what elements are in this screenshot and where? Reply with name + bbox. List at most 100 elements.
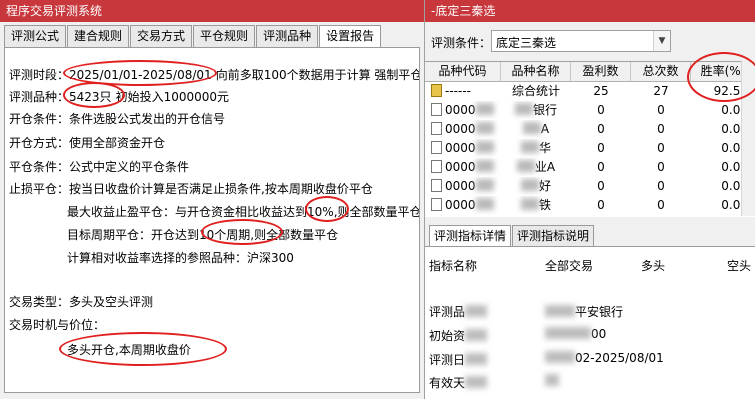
row-name: 综合统计 [511, 84, 560, 98]
tab-trade-method[interactable]: 交易方式 [130, 25, 193, 47]
table-row[interactable]: 0000 铁 0 0 0.00 [425, 196, 755, 215]
row-total: 0 [657, 198, 665, 212]
document-icon [431, 198, 442, 211]
close-cond-value: 公式中定义的平仓条件 [69, 160, 190, 174]
header-name[interactable]: 品种名称 [501, 62, 571, 81]
max-profit-label: 最大收益止盈平仓： [67, 205, 176, 219]
result-window: -底定三秦选 评测条件： 底定三秦选 ▼ 品种代码 品种名称 盈利数 总次数 胜… [424, 0, 755, 399]
timing-value-line: 多头开仓,本周期收盘价 [67, 341, 191, 358]
table-row[interactable]: 0000 华 0 0 0.00 [425, 139, 755, 158]
open-method-label: 开仓方式： [9, 136, 70, 150]
condition-select[interactable]: 底定三秦选 ▼ [491, 30, 671, 52]
table-row[interactable]: 0000 银行 0 0 0.00 [425, 101, 755, 120]
table-row[interactable]: ------ 综合统计 25 27 92.59 [425, 82, 755, 101]
ref-value: 沪深300 [247, 251, 294, 265]
detail-header-long: 多头 [641, 259, 666, 273]
row-name: 银行 [532, 103, 557, 117]
row-profit: 0 [597, 122, 605, 136]
detail-header-all: 全部交易 [545, 259, 594, 273]
detail-row-label: 评测日 [429, 351, 488, 368]
row-total: 0 [657, 103, 665, 117]
grid-scrollbar[interactable] [741, 61, 755, 216]
header-total[interactable]: 总次数 [631, 62, 691, 81]
trade-type-value: 多头及空头评测 [69, 295, 154, 309]
row-name: 好 [538, 179, 551, 193]
row-profit: 0 [597, 179, 605, 193]
table-row[interactable]: 0000 好 0 0 0.00 [425, 177, 755, 196]
timing-line: 交易时机与价位： [9, 316, 105, 333]
row-name: 华 [538, 141, 551, 155]
tab-formula[interactable]: 评测公式 [4, 25, 67, 47]
period-label: 评测时段： [9, 68, 70, 82]
row-code: 0000 [445, 160, 476, 174]
max-profit-line: 最大收益止盈平仓：与开仓资金相比收益达到10%,则全部数量平仓 [67, 203, 420, 220]
detail-header-name: 指标名称 [429, 259, 478, 273]
tab-report-settings[interactable]: 设置报告 [319, 25, 382, 48]
close-cond-line: 平仓条件：公式中定义的平仓条件 [9, 158, 189, 175]
close-cond-label: 平仓条件： [9, 160, 70, 174]
table-row[interactable]: 0000 业A 0 0 0.00 [425, 158, 755, 177]
result-title: -底定三秦选 [425, 0, 755, 22]
row-profit: 0 [597, 198, 605, 212]
detail-row-value: 平安银行 [545, 303, 623, 320]
period-value: 2025/01/01-2025/08/01 [69, 68, 212, 82]
row-code: 0000 [445, 122, 476, 136]
row-profit: 0 [597, 141, 605, 155]
header-profit[interactable]: 盈利数 [571, 62, 631, 81]
row-name: A [540, 122, 550, 136]
result-grid: 品种代码 品种名称 盈利数 总次数 胜率(%) ------ 综合统计 25 2… [425, 61, 755, 217]
detail-row-label: 初始资 [429, 327, 488, 344]
row-code: 0000 [445, 198, 476, 212]
condition-label: 评测条件： [431, 36, 492, 50]
table-row[interactable]: 0000 A 0 0 0.00 [425, 120, 755, 139]
timing-value: 多头开仓,本周期收盘价 [67, 343, 191, 357]
row-profit: 25 [593, 84, 609, 98]
period-note: 向前多取100个数据用于计算 强制平仓规则 [215, 68, 419, 82]
open-cond-value: 条件选股公式发出的开仓信号 [69, 112, 226, 126]
open-method-line: 开仓方式：使用全部资金开仓 [9, 134, 165, 151]
grid-header: 品种代码 品种名称 盈利数 总次数 胜率(%) [425, 62, 755, 82]
detail-row-value: 00 [545, 327, 606, 341]
document-icon [431, 179, 442, 192]
ref-label: 计算相对收益率选择的参照品种： [67, 251, 248, 265]
open-cond-label: 开仓条件： [9, 112, 70, 126]
row-total: 0 [657, 122, 665, 136]
chevron-down-icon[interactable]: ▼ [653, 31, 670, 51]
timing-label: 交易时机与价位： [9, 318, 106, 332]
stop-line: 止损平仓：按当日收盘价计算是否满足止损条件,按本周期收盘价平仓 [9, 180, 373, 197]
row-profit: 0 [597, 103, 605, 117]
row-code: 0000 [445, 103, 476, 117]
open-method-value: 使用全部资金开仓 [69, 136, 166, 150]
row-code: ------ [445, 84, 471, 98]
variety-line: 评测品种：5423只 初始投入1000000元 [9, 88, 229, 105]
document-icon [431, 141, 442, 154]
row-name: 业A [534, 160, 556, 174]
variety-note: 初始投入1000000元 [115, 90, 230, 104]
target-label: 目标周期平仓： [67, 228, 152, 242]
period-line: 评测时段：2025/01/01-2025/08/01 向前多取100个数据用于计算… [9, 66, 419, 83]
tab-varieties[interactable]: 评测品种 [256, 25, 319, 47]
trade-type-line: 交易类型：多头及空头评测 [9, 293, 153, 310]
tab-close-rules[interactable]: 平仓规则 [193, 25, 256, 47]
tab-indicator-details[interactable]: 评测指标详情 [429, 225, 512, 247]
trade-type-label: 交易类型： [9, 295, 70, 309]
row-profit: 0 [597, 160, 605, 174]
stop-label: 止损平仓： [9, 182, 70, 196]
tab-indicator-notes[interactable]: 评测指标说明 [512, 225, 595, 246]
detail-header-short: 空头 [727, 259, 752, 273]
max-profit-value: 与开仓资金相比收益达到10%,则全部数量平仓 [175, 205, 420, 219]
row-name: 铁 [538, 198, 551, 212]
detail-row-value [545, 374, 559, 388]
ref-line: 计算相对收益率选择的参照品种：沪深300 [67, 249, 294, 266]
window-title: 程序交易评测系统 [0, 0, 424, 22]
row-code: 0000 [445, 141, 476, 155]
open-cond-line: 开仓条件：条件选股公式发出的开仓信号 [9, 110, 225, 127]
row-total: 0 [657, 141, 665, 155]
row-code: 0000 [445, 179, 476, 193]
report-tabs: 评测公式 建合规则 交易方式 平仓规则 评测品种 设置报告 [4, 25, 382, 48]
document-icon [431, 122, 442, 135]
detail-row-label: 有效天 [429, 374, 488, 391]
document-icon [431, 103, 442, 116]
header-code[interactable]: 品种代码 [425, 62, 501, 81]
tab-build-rules[interactable]: 建合规则 [67, 25, 130, 47]
